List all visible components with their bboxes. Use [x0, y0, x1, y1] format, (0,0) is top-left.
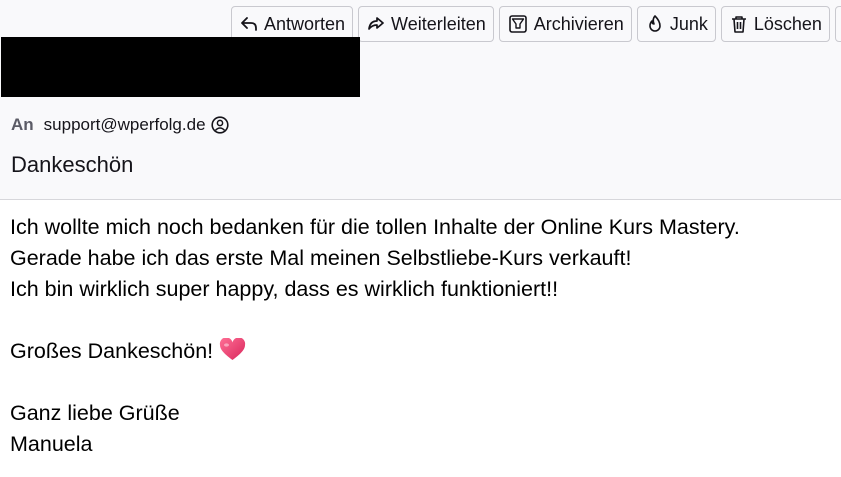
junk-label: Junk — [669, 13, 708, 34]
thanks-text: Großes Dankeschön! — [10, 339, 214, 363]
forward-button[interactable]: Weiterleiten — [358, 6, 494, 42]
trash-icon — [731, 16, 746, 33]
recipient-address[interactable]: support@wperfolg.de — [44, 115, 206, 135]
signature-line: Manuela — [10, 432, 93, 456]
archive-box-icon — [508, 15, 527, 33]
heart-emoji-icon — [220, 338, 246, 360]
message-header: Antworten Weiterleiten Archivieren Junk — [0, 0, 841, 200]
closing-line: Ganz liebe Grüße — [10, 401, 180, 425]
contact-person-icon[interactable] — [210, 116, 229, 134]
reply-arrow-icon — [241, 17, 257, 31]
to-label: An — [11, 115, 34, 134]
forward-arrow-icon — [368, 17, 384, 30]
recipient-row: An support@wperfolg.de — [11, 114, 229, 136]
more-button[interactable]: M — [834, 6, 841, 42]
delete-label: Löschen — [753, 13, 822, 34]
body-line: Ich bin wirklich super happy, dass es wi… — [10, 277, 559, 301]
flame-icon — [649, 15, 661, 32]
message-body: Ich wollte mich noch bedanken für die to… — [10, 212, 830, 460]
thanks-line: Großes Dankeschön! — [10, 336, 830, 367]
redacted-sender-block — [1, 37, 360, 97]
body-line: Gerade habe ich das erste Mal meinen Sel… — [10, 246, 632, 270]
junk-button[interactable]: Junk — [636, 6, 716, 42]
archive-button[interactable]: Archivieren — [498, 6, 632, 42]
message-subject: Dankeschön — [11, 152, 134, 177]
archive-label: Archivieren — [533, 13, 624, 34]
forward-label: Weiterleiten — [391, 13, 486, 34]
delete-button[interactable]: Löschen — [720, 6, 830, 42]
body-line: Ich wollte mich noch bedanken für die to… — [10, 215, 740, 239]
reply-label: Antworten — [264, 13, 346, 34]
